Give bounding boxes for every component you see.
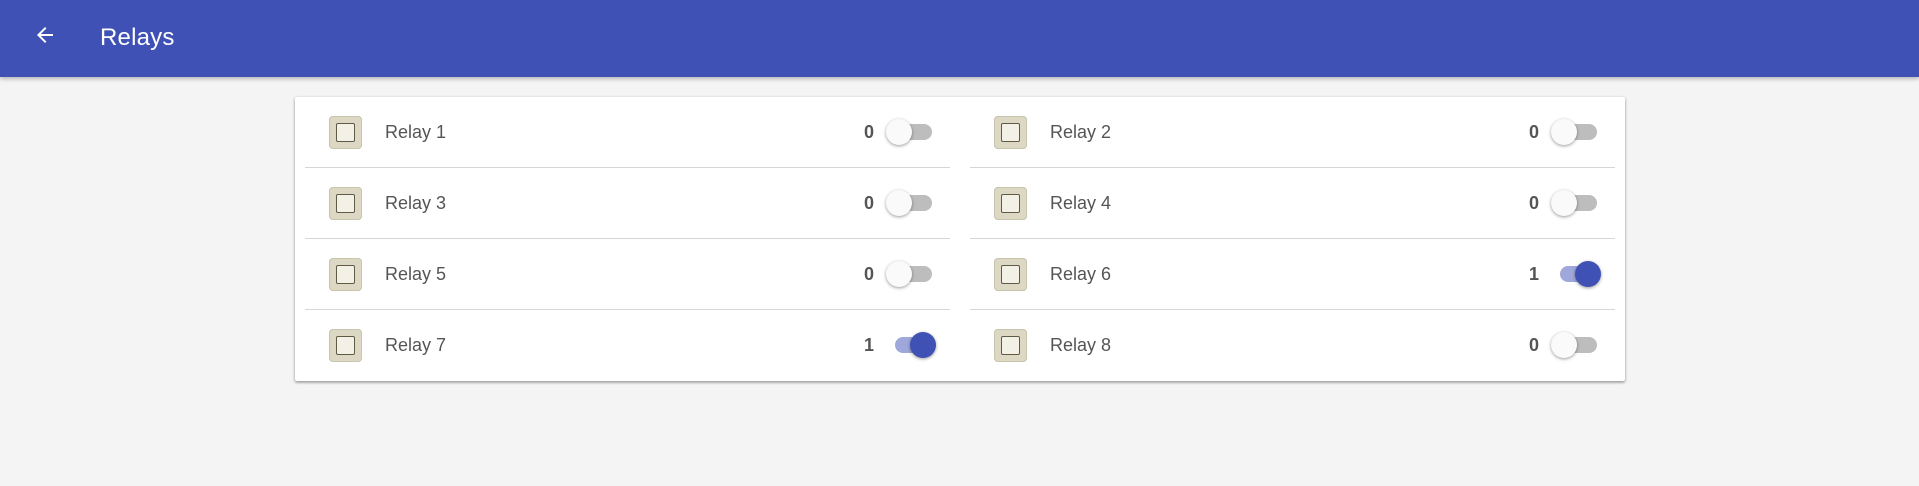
relay-label: Relay 1	[385, 122, 447, 142]
relay-toggle[interactable]	[892, 332, 936, 358]
back-button[interactable]	[26, 18, 64, 56]
relay-toggle[interactable]	[1557, 261, 1601, 287]
relay-label: Relay 2	[1050, 122, 1112, 142]
relay-toggle[interactable]	[886, 261, 932, 287]
app-bar: Relays	[0, 0, 1919, 77]
relay-toggle[interactable]	[1551, 119, 1597, 145]
relay-switch-icon	[329, 258, 362, 291]
relay-row: Relay 1 0	[305, 97, 950, 168]
relay-toggle[interactable]	[886, 119, 932, 145]
relay-row: Relay 8 0	[970, 310, 1615, 381]
relay-label: Relay 5	[385, 264, 447, 284]
relay-label: Relay 4	[1050, 193, 1112, 213]
relays-card: Relay 1 0 Relay 3 0 Relay 5 0 Relay 7 1	[295, 97, 1625, 381]
relay-label: Relay 6	[1050, 264, 1112, 284]
relay-row: Relay 4 0	[970, 168, 1615, 239]
relay-toggle[interactable]	[1551, 332, 1597, 358]
relay-value: 1	[1528, 264, 1539, 284]
page-title: Relays	[100, 24, 175, 51]
relay-row: Relay 6 1	[970, 239, 1615, 310]
relay-switch-icon	[329, 187, 362, 220]
relay-value: 0	[863, 122, 874, 142]
relays-column-right: Relay 2 0 Relay 4 0 Relay 6 1 Relay 8 0	[970, 97, 1615, 381]
relay-toggle[interactable]	[1551, 190, 1597, 216]
relay-value: 0	[863, 264, 874, 284]
relay-switch-icon	[994, 258, 1027, 291]
relay-row: Relay 5 0	[305, 239, 950, 310]
relay-label: Relay 3	[385, 193, 447, 213]
relays-column-left: Relay 1 0 Relay 3 0 Relay 5 0 Relay 7 1	[305, 97, 950, 381]
relay-value: 0	[1528, 122, 1539, 142]
relay-value: 0	[1528, 193, 1539, 213]
relay-row: Relay 3 0	[305, 168, 950, 239]
relay-toggle[interactable]	[886, 190, 932, 216]
relay-row: Relay 7 1	[305, 310, 950, 381]
relay-label: Relay 8	[1050, 335, 1112, 355]
relay-value: 1	[863, 335, 874, 355]
relay-switch-icon	[329, 329, 362, 362]
relay-value: 0	[863, 193, 874, 213]
relay-row: Relay 2 0	[970, 97, 1615, 168]
relay-switch-icon	[994, 329, 1027, 362]
relay-label: Relay 7	[385, 335, 447, 355]
relay-switch-icon	[994, 187, 1027, 220]
relay-switch-icon	[994, 116, 1027, 149]
arrow-back-icon	[33, 23, 57, 52]
relay-switch-icon	[329, 116, 362, 149]
relay-value: 0	[1528, 335, 1539, 355]
